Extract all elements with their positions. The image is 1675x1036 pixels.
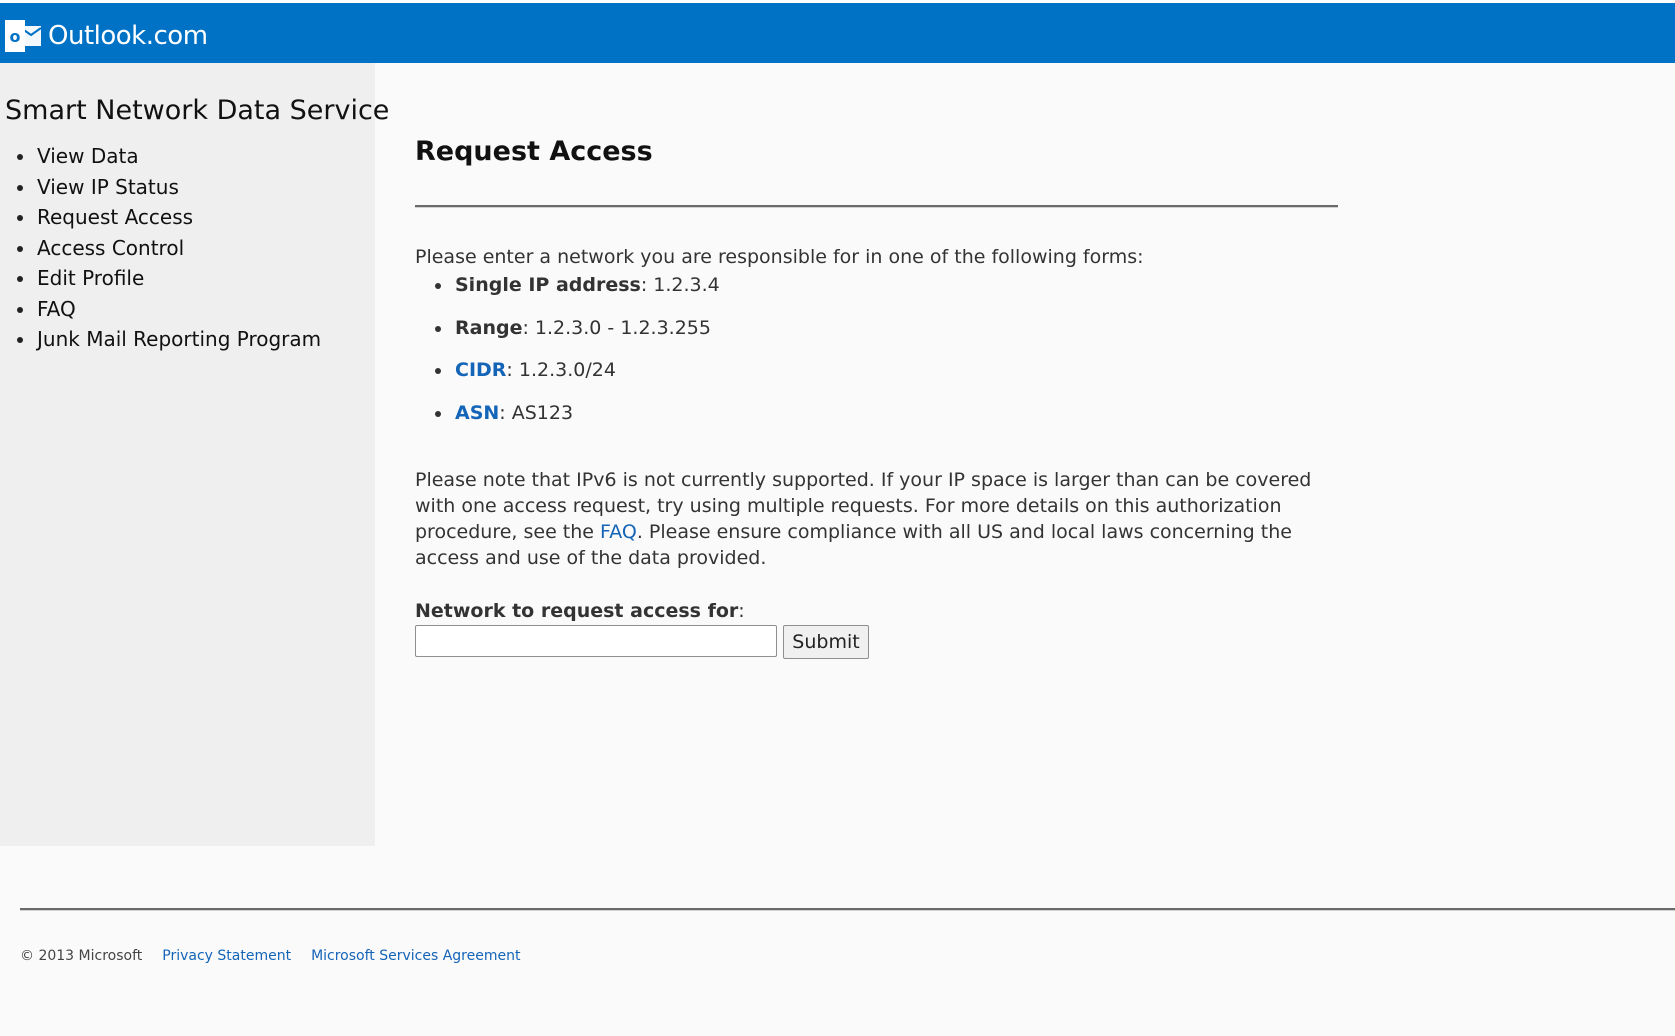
privacy-statement-link[interactable]: Privacy Statement	[162, 948, 291, 964]
footer: © 2013 Microsoft Privacy Statement Micro…	[20, 948, 540, 964]
footer-divider	[20, 908, 1675, 911]
sidebar-title: Smart Network Data Service	[5, 95, 390, 126]
form-term-single-ip: Single IP address	[455, 274, 641, 296]
network-field-label: Network to request access for:	[415, 600, 745, 622]
cidr-link[interactable]: CIDR	[455, 359, 506, 381]
network-forms-list: Single IP address: 1.2.3.4 Range: 1.2.3.…	[415, 271, 720, 442]
logo-letter: o	[10, 27, 21, 46]
sidebar-item-edit-profile[interactable]: Edit Profile	[0, 263, 321, 294]
faq-link[interactable]: FAQ	[600, 521, 637, 543]
network-field-label-text: Network to request access for	[415, 600, 739, 622]
network-input[interactable]	[415, 625, 777, 657]
label-colon: :	[738, 600, 745, 622]
sidebar-item-view-ip-status[interactable]: View IP Status	[0, 172, 321, 203]
form-example: : 1.2.3.0/24	[506, 359, 616, 382]
asn-link[interactable]: ASN	[455, 402, 499, 424]
outlook-logo-icon: o	[5, 20, 43, 52]
brand-name: Outlook.com	[48, 21, 208, 51]
outlook-logo[interactable]: o Outlook.com	[5, 20, 208, 52]
app-header: o Outlook.com	[0, 3, 1675, 63]
list-item: CIDR: 1.2.3.0/24	[415, 356, 720, 399]
form-term-range: Range	[455, 316, 523, 339]
form-example: : AS123	[499, 402, 574, 425]
list-item: ASN: AS123	[415, 399, 720, 442]
list-item: Single IP address: 1.2.3.4	[415, 271, 720, 314]
sidebar-item-request-access[interactable]: Request Access	[0, 202, 321, 233]
ipv6-note: Please note that IPv6 is not currently s…	[415, 467, 1338, 571]
intro-text: Please enter a network you are responsib…	[415, 246, 1144, 268]
submit-button[interactable]: Submit	[783, 625, 869, 659]
title-divider	[415, 205, 1338, 208]
sidebar-item-faq[interactable]: FAQ	[0, 294, 321, 325]
sidebar-nav: View Data View IP Status Request Access …	[0, 141, 321, 355]
page-title: Request Access	[415, 136, 653, 167]
services-agreement-link[interactable]: Microsoft Services Agreement	[311, 948, 520, 964]
sidebar-item-junk-mail-reporting[interactable]: Junk Mail Reporting Program	[0, 324, 321, 355]
list-item: Range: 1.2.3.0 - 1.2.3.255	[415, 314, 720, 357]
sidebar: Smart Network Data Service View Data Vie…	[0, 63, 389, 846]
form-example: : 1.2.3.4	[640, 274, 720, 296]
sidebar-item-access-control[interactable]: Access Control	[0, 233, 321, 264]
form-example: : 1.2.3.0 - 1.2.3.255	[522, 316, 711, 339]
sidebar-item-view-data[interactable]: View Data	[0, 141, 321, 172]
copyright-text: © 2013 Microsoft	[20, 948, 143, 964]
